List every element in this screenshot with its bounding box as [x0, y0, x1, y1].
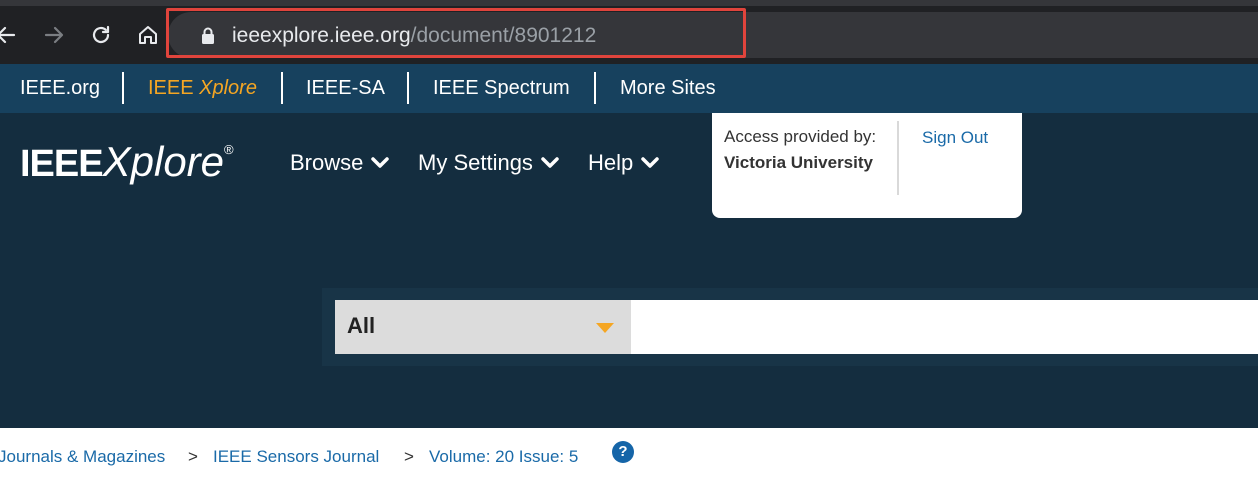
caret-down-icon[interactable] — [595, 322, 615, 334]
logo-registered-mark: ® — [224, 142, 234, 157]
chevron-down-icon — [541, 157, 559, 168]
site-divider — [122, 72, 124, 104]
access-provided-label: Access provided by: — [724, 127, 877, 146]
site-link-ieee-sa[interactable]: IEEE-SA — [306, 76, 385, 100]
back-button[interactable] — [0, 20, 20, 50]
breadcrumb-separator: > — [404, 447, 414, 466]
browser-tab-strip-edge — [0, 0, 1258, 6]
sign-out-link[interactable]: Sign Out — [922, 128, 988, 148]
menu-my-settings[interactable]: My Settings — [418, 150, 560, 176]
access-divider — [897, 121, 899, 195]
ieee-xplore-logo[interactable]: IEEEXplore® — [20, 138, 234, 186]
menu-help[interactable]: Help — [588, 150, 660, 176]
breadcrumb-volume-issue[interactable]: Volume: 20 Issue: 5 — [429, 447, 578, 467]
access-institution: Victoria University — [724, 153, 873, 172]
reload-icon — [92, 25, 110, 44]
search-scope-value: All — [347, 313, 376, 338]
search-scope-select[interactable] — [335, 300, 631, 354]
menu-browse-label: Browse — [290, 150, 364, 175]
site-link-ieee-xplore-prefix: IEEE — [148, 77, 194, 99]
chevron-down-icon — [641, 157, 659, 168]
lock-icon[interactable] — [201, 27, 215, 49]
breadcrumb-separator: > — [188, 447, 198, 466]
reload-button[interactable] — [87, 20, 115, 50]
url-text[interactable]: ieeexplore.ieee.org/document/8901212 — [232, 23, 596, 49]
menu-my-settings-label: My Settings — [418, 150, 533, 175]
site-divider — [407, 72, 409, 104]
help-icon[interactable]: ? — [612, 441, 634, 463]
site-link-ieee-org[interactable]: IEEE.org — [20, 76, 100, 100]
logo-ieee-text: IEEE — [20, 143, 104, 185]
url-host: ieeexplore.ieee.org — [232, 24, 411, 47]
breadcrumb-journal-name[interactable]: IEEE Sensors Journal — [213, 447, 379, 467]
url-path: /document/8901212 — [410, 24, 597, 47]
back-arrow-icon — [0, 26, 16, 44]
home-button[interactable] — [134, 20, 162, 50]
search-input[interactable] — [631, 300, 1258, 354]
forward-button[interactable] — [40, 20, 68, 50]
site-link-ieee-xplore-emph: Xplore — [199, 77, 257, 99]
logo-xplore-text: Xplore — [102, 138, 225, 185]
chevron-down-icon — [371, 157, 390, 168]
menu-browse[interactable]: Browse — [290, 150, 390, 176]
site-divider — [281, 72, 283, 104]
home-icon — [139, 26, 157, 44]
site-link-ieee-spectrum[interactable]: IEEE Spectrum — [433, 76, 570, 100]
forward-arrow-icon — [44, 26, 64, 44]
site-link-more-sites[interactable]: More Sites — [620, 76, 716, 100]
menu-help-label: Help — [588, 150, 634, 175]
breadcrumb-journals[interactable]: Journals & Magazines — [0, 447, 165, 467]
site-divider — [594, 72, 596, 104]
site-link-ieee-xplore[interactable]: IEEE Xplore — [148, 76, 257, 100]
